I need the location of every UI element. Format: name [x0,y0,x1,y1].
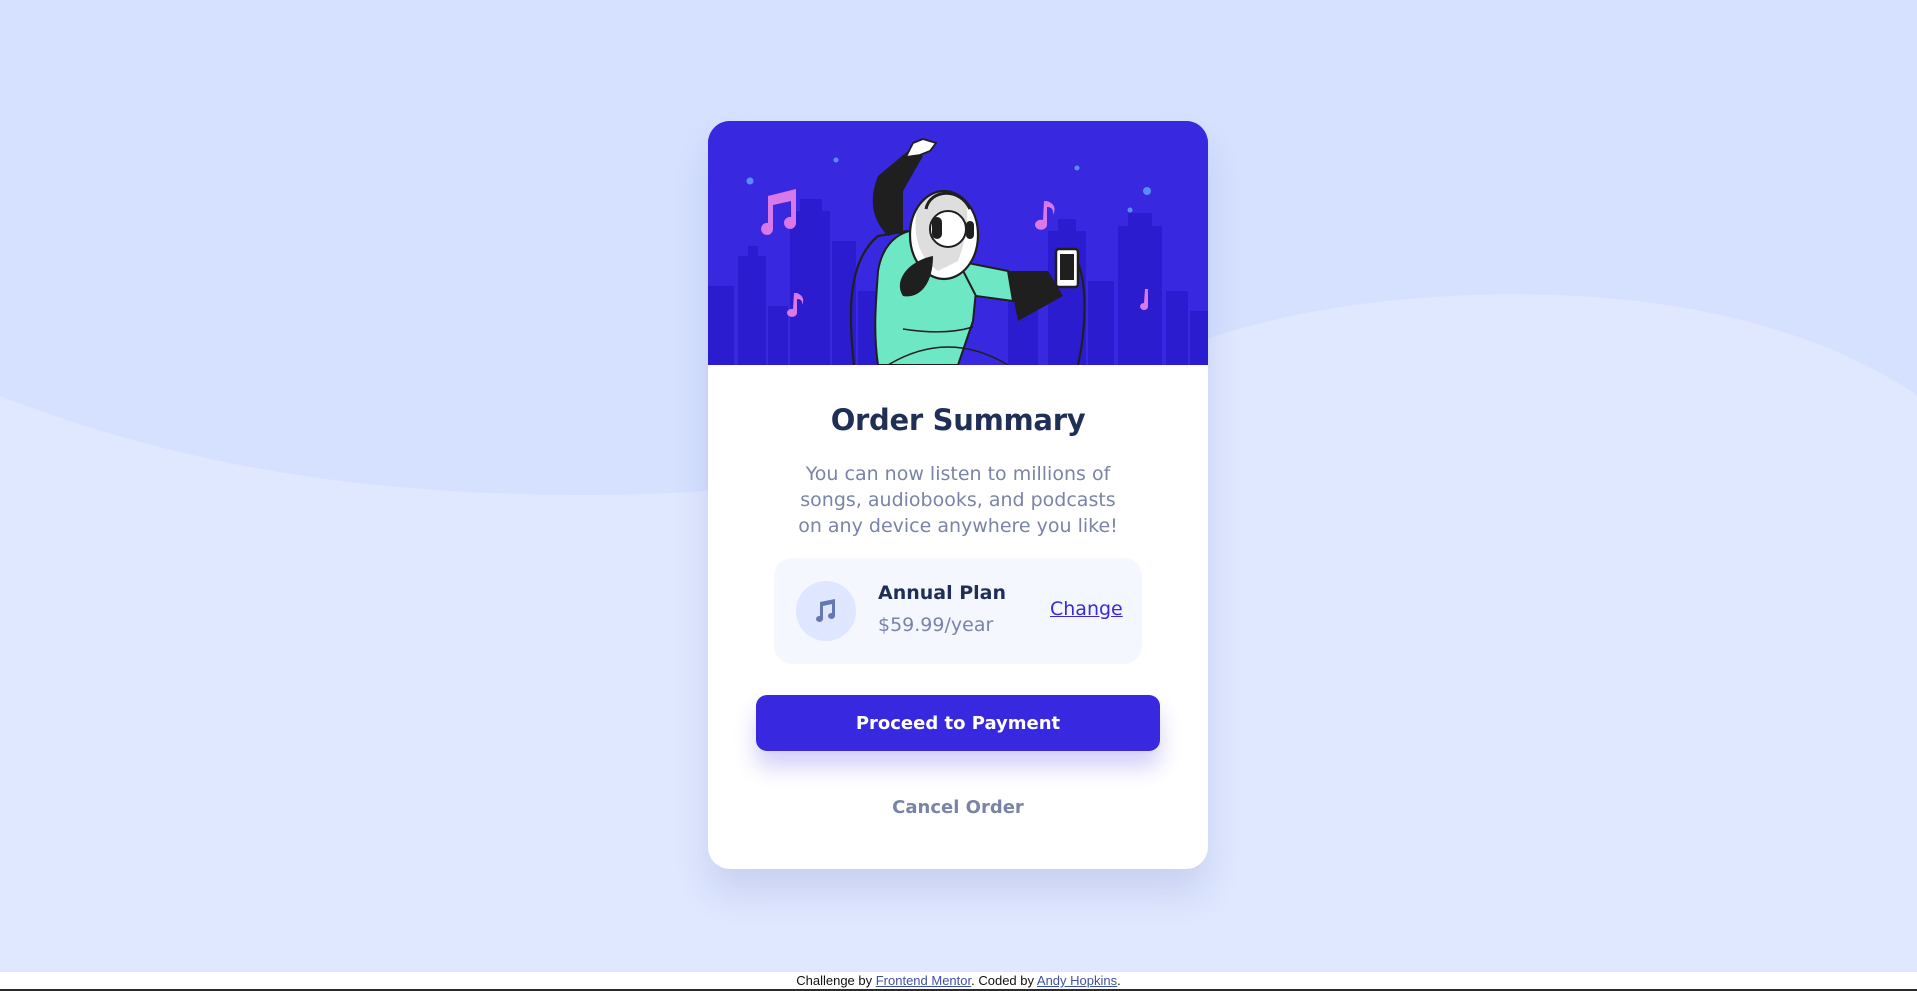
dancing-person-illustration [708,121,1208,365]
proceed-to-payment-button[interactable]: Proceed to Payment [756,695,1160,751]
hero-illustration [708,121,1208,365]
author-link[interactable]: Andy Hopkins [1037,973,1117,988]
change-plan-link[interactable]: Change [1050,598,1123,620]
order-summary-card: Order Summary You can now listen to mill… [708,121,1208,869]
frontend-mentor-link[interactable]: Frontend Mentor [876,973,971,988]
footer-prefix: Challenge by [796,973,876,988]
footer-suffix: . [1117,973,1121,988]
page-title: Order Summary [830,403,1086,437]
plan-price: $59.99/year [878,614,994,636]
plan-summary-box: Annual Plan $59.99/year Change [774,558,1142,664]
order-description: You can now listen to millions of songs,… [798,463,1118,537]
attribution-footer: Challenge by Frontend Mentor. Coded by A… [0,972,1917,991]
plan-name: Annual Plan [878,582,1007,604]
cancel-order-button[interactable]: Cancel Order [858,787,1058,827]
footer-middle: . Coded by [971,973,1037,988]
music-note-icon [796,581,856,641]
